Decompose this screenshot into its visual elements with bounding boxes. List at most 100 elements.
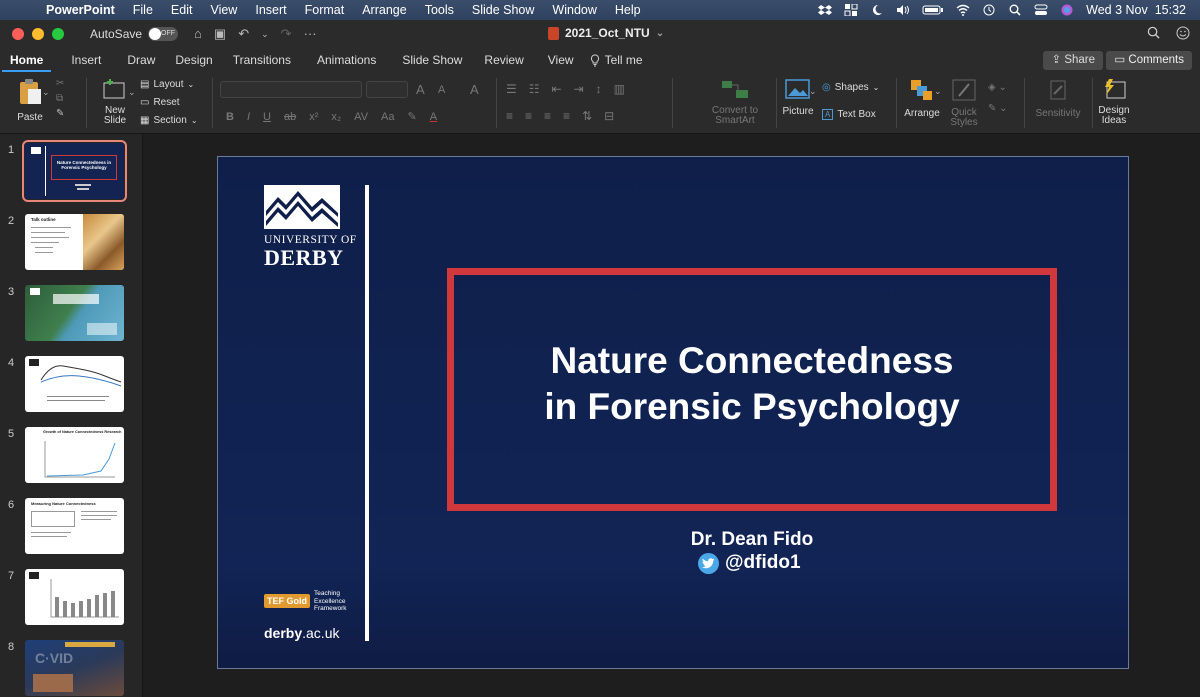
dropbox-icon[interactable] xyxy=(818,4,833,16)
copy-icon[interactable]: ⧉ xyxy=(56,93,63,104)
slide-thumbnail-4[interactable] xyxy=(25,356,124,412)
tab-transitions[interactable]: Transitions xyxy=(225,48,299,72)
undo-icon[interactable]: ↶ xyxy=(238,26,249,42)
picture-button[interactable]: Picture xyxy=(780,78,816,117)
menu-clock[interactable]: Wed 3 Nov 15:32 xyxy=(1086,3,1186,17)
tab-insert[interactable]: Insert xyxy=(63,48,109,72)
bullets-icon[interactable]: ☰ xyxy=(506,82,517,96)
dark-mode-moon-icon[interactable] xyxy=(870,4,884,16)
text-direction-icon[interactable]: ⇅ xyxy=(582,109,592,123)
undo-dropdown-icon[interactable]: ⌄ xyxy=(261,26,269,42)
siri-icon[interactable] xyxy=(1060,4,1074,16)
convert-to-smartart-button[interactable]: Convert to SmartArt xyxy=(700,78,770,126)
font-name-field[interactable] xyxy=(220,81,362,98)
subscript-icon[interactable]: x₂ xyxy=(331,111,341,123)
bold-icon[interactable]: B xyxy=(226,111,234,123)
arrange-button[interactable]: Arrange xyxy=(902,78,942,119)
cut-icon[interactable]: ✂ xyxy=(56,78,64,89)
zoom-window-button[interactable] xyxy=(52,28,64,40)
comments-button[interactable]: ▭ Comments xyxy=(1106,51,1192,70)
font-size-field[interactable] xyxy=(366,81,408,98)
increase-font-size-icon[interactable]: A xyxy=(416,82,425,97)
layout-button[interactable]: ▤ Layout ⌄ xyxy=(140,79,194,90)
tab-design[interactable]: Design xyxy=(167,48,220,72)
paste-dropdown-icon[interactable]: ⌄ xyxy=(42,87,50,98)
quick-styles-button[interactable]: Quick Styles xyxy=(944,78,984,128)
slide-thumbnail-2[interactable]: Talk outline xyxy=(25,214,124,270)
tab-slide-show[interactable]: Slide Show xyxy=(394,48,470,72)
superscript-icon[interactable]: x² xyxy=(309,111,318,123)
control-center-icon[interactable] xyxy=(1034,4,1048,16)
design-ideas-button[interactable]: Design Ideas xyxy=(1096,78,1132,126)
author-name[interactable]: Dr. Dean Fido xyxy=(447,529,1057,551)
slide-thumbnail-6[interactable]: Measuring Nature Connectedness xyxy=(25,498,124,554)
time-machine-icon[interactable] xyxy=(982,4,996,16)
tab-review[interactable]: Review xyxy=(476,48,531,72)
tab-home[interactable]: Home xyxy=(2,48,52,72)
volume-icon[interactable] xyxy=(896,4,910,16)
menu-window[interactable]: Window xyxy=(543,3,605,17)
character-spacing-icon[interactable]: AV xyxy=(354,111,368,123)
justify-icon[interactable]: ≡ xyxy=(563,109,570,123)
spotlight-search-icon[interactable] xyxy=(1008,4,1022,16)
shape-fill-icon[interactable]: ◈ ⌄ xyxy=(988,82,1007,93)
slide-title-line-1[interactable]: Nature Connectedness xyxy=(447,340,1057,382)
font-color-icon[interactable]: A xyxy=(430,111,437,123)
autosave-toggle[interactable]: OFF xyxy=(148,27,179,41)
slide-title-line-2[interactable]: in Forensic Psychology xyxy=(447,386,1057,428)
reset-button[interactable]: ▭ Reset xyxy=(140,97,180,108)
sensitivity-button[interactable]: Sensitivity xyxy=(1030,78,1086,119)
line-spacing-icon[interactable]: ↕ xyxy=(596,82,602,96)
slide-thumbnail-3[interactable] xyxy=(25,285,124,341)
tab-view[interactable]: View xyxy=(540,48,582,72)
picture-dropdown-icon[interactable]: ⌄ xyxy=(809,86,817,97)
menu-format[interactable]: Format xyxy=(296,3,354,17)
document-title[interactable]: 2021_Oct_NTU ⌄ xyxy=(548,26,664,40)
align-center-icon[interactable]: ≡ xyxy=(525,109,532,123)
search-icon[interactable] xyxy=(1147,26,1160,39)
decrease-font-size-icon[interactable]: A xyxy=(438,84,445,96)
tell-me-search[interactable]: Tell me xyxy=(582,48,651,72)
home-icon[interactable]: ⌂ xyxy=(194,26,202,42)
save-icon[interactable]: ▣ xyxy=(214,26,226,42)
align-text-icon[interactable]: ⊟ xyxy=(604,109,614,123)
highlight-icon[interactable]: ✎ xyxy=(408,110,417,123)
wifi-icon[interactable] xyxy=(956,4,970,16)
autosave-control[interactable]: AutoSave OFF xyxy=(90,27,179,41)
menu-arrange[interactable]: Arrange xyxy=(353,3,415,17)
close-window-button[interactable] xyxy=(12,28,24,40)
share-button[interactable]: ⇪ Share xyxy=(1043,51,1103,70)
tab-draw[interactable]: Draw xyxy=(119,48,163,72)
slide-thumbnail-7[interactable] xyxy=(25,569,124,625)
redo-icon[interactable]: ↷ xyxy=(281,26,292,42)
italic-icon[interactable]: I xyxy=(247,111,250,123)
menu-app-name[interactable]: PowerPoint xyxy=(44,3,124,17)
menu-tools[interactable]: Tools xyxy=(416,3,463,17)
slide-thumbnail-5[interactable]: Growth of Nature Connectedness Research xyxy=(25,427,124,483)
new-slide-button[interactable]: New Slide xyxy=(96,78,134,126)
arrange-dropdown-icon[interactable]: ⌄ xyxy=(934,86,942,97)
section-button[interactable]: ▦ Section ⌄ xyxy=(140,115,198,126)
smiley-feedback-icon[interactable] xyxy=(1176,26,1190,40)
menu-file[interactable]: File xyxy=(124,3,162,17)
battery-icon[interactable] xyxy=(922,4,944,16)
grid-app-icon[interactable] xyxy=(844,4,858,16)
slide-thumbnail-8[interactable]: C·VID xyxy=(25,640,124,696)
columns-icon[interactable]: ▥ xyxy=(614,82,625,96)
new-slide-dropdown-icon[interactable]: ⌄ xyxy=(128,87,136,98)
format-painter-icon[interactable]: ✎ xyxy=(56,108,64,119)
tab-animations[interactable]: Animations xyxy=(309,48,384,72)
minimize-window-button[interactable] xyxy=(32,28,44,40)
menu-view[interactable]: View xyxy=(201,3,246,17)
increase-indent-icon[interactable]: ⇥ xyxy=(574,82,584,96)
twitter-handle[interactable]: @dfido1 xyxy=(698,552,801,574)
clear-formatting-icon[interactable]: A xyxy=(470,82,479,97)
shapes-button[interactable]: ◎ Shapes ⌄ xyxy=(822,82,879,93)
decrease-indent-icon[interactable]: ⇤ xyxy=(552,82,562,96)
change-case-icon[interactable]: Aa xyxy=(381,111,394,123)
underline-icon[interactable]: U xyxy=(263,111,271,123)
shape-outline-icon[interactable]: ✎ ⌄ xyxy=(988,103,1008,114)
current-slide[interactable]: UNIVERSITY OF DERBY Nature Connectedness… xyxy=(217,156,1129,669)
slide-thumbnail-1[interactable]: Nature Connectedness in Forensic Psychol… xyxy=(22,140,127,202)
numbering-icon[interactable]: ☷ xyxy=(529,82,540,96)
